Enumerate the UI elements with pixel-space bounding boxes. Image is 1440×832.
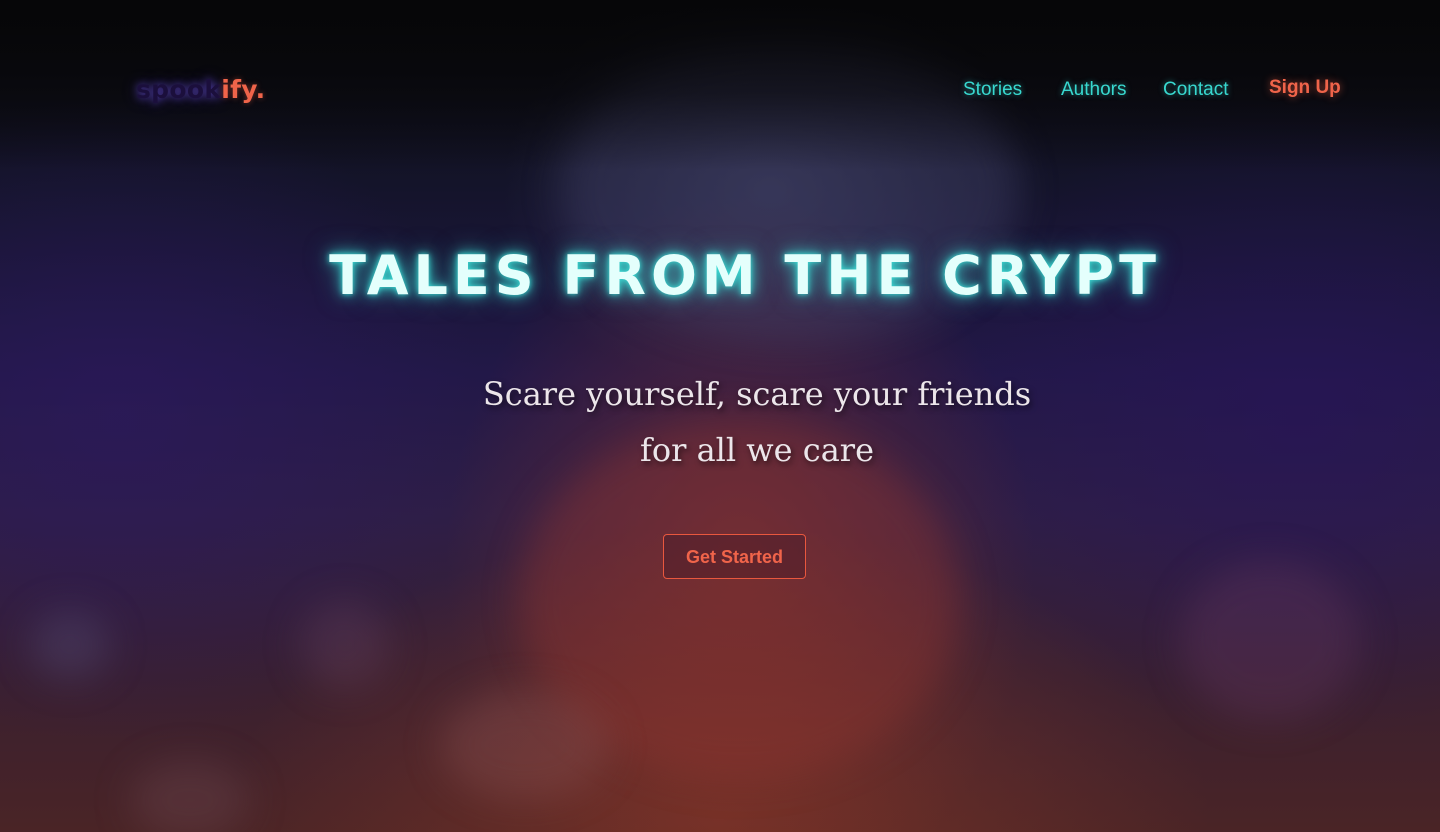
hero-subtitle-line-1: Scare yourself, scare your friends [482, 375, 1032, 413]
main-nav: Stories Authors Contact Sign Up [0, 76, 1440, 106]
hero-subtitle: Scare yourself, scare your friends for a… [0, 366, 1440, 478]
nav-link-authors[interactable]: Authors [1061, 76, 1126, 104]
nav-link-stories[interactable]: Stories [963, 76, 1022, 104]
nav-link-contact[interactable]: Contact [1163, 76, 1228, 104]
background-blur [30, 610, 110, 680]
background-blur [1180, 560, 1360, 720]
hero-page: spookify. Stories Authors Contact Sign U… [0, 0, 1440, 832]
background-blur [440, 690, 610, 800]
hero-subtitle-line-2: for all we care [639, 431, 875, 469]
signup-link[interactable]: Sign Up [1269, 74, 1341, 102]
get-started-button[interactable]: Get Started [663, 534, 806, 579]
background-blur [300, 600, 390, 690]
background-blur [130, 760, 250, 832]
hero-title: Tales from the Crypt [329, 244, 1161, 307]
